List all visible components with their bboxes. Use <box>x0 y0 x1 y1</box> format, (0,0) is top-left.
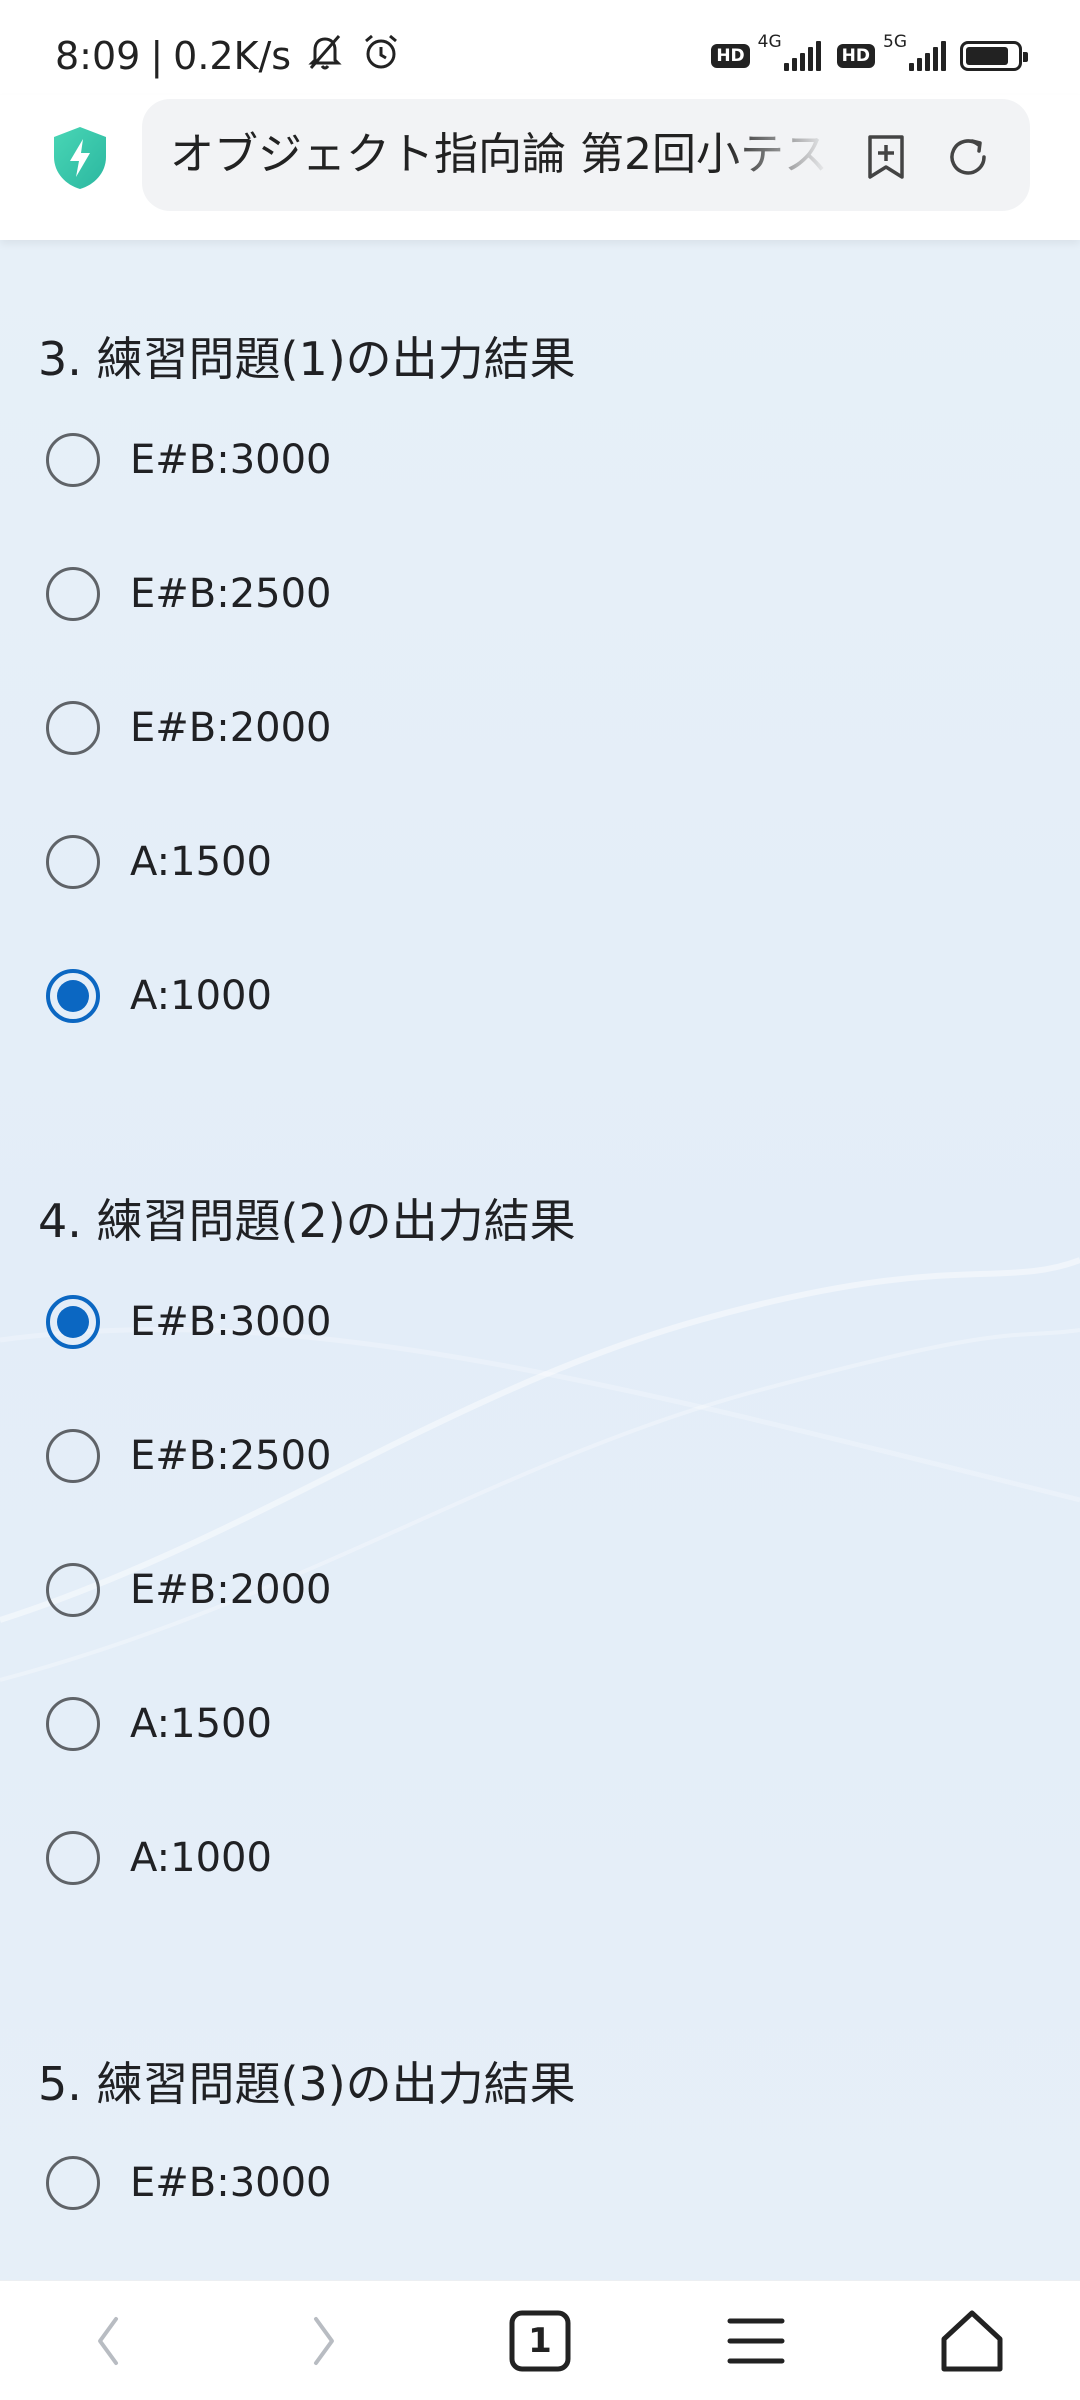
option-radio[interactable]: A:1000 <box>46 966 946 1026</box>
option-label: A:1500 <box>130 1701 272 1747</box>
hd-badge-2: HD <box>836 44 875 68</box>
chevron-left-icon <box>98 2317 118 2365</box>
option-label: E#B:2000 <box>130 1567 332 1613</box>
reload-button[interactable] <box>942 131 994 183</box>
option-label: A:1000 <box>130 1835 272 1881</box>
alarm-icon <box>359 30 403 83</box>
status-separator: | <box>150 34 164 78</box>
option-radio[interactable]: A:1500 <box>46 1694 946 1754</box>
status-right: HD 4G HD 5G <box>711 30 1028 82</box>
radio-button[interactable] <box>46 1563 100 1617</box>
question-title: 4. 練習問題(2)の出力結果 <box>38 1194 576 1248</box>
reload-icon <box>950 139 986 175</box>
quiz-content[interactable]: 3. 練習問題(1)の出力結果 E#B:3000 E#B:2500 E#B:20… <box>0 240 1080 2280</box>
radio-button[interactable] <box>46 433 100 487</box>
option-radio[interactable]: E#B:3000 <box>46 2153 946 2213</box>
radio-button[interactable] <box>46 701 100 755</box>
option-label: E#B:2500 <box>130 1433 332 1479</box>
hamburger-menu-icon <box>727 2318 785 2364</box>
option-radio[interactable]: E#B:3000 <box>46 430 946 490</box>
option-radio[interactable]: E#B:2000 <box>46 1560 946 1620</box>
radio-button[interactable] <box>46 1831 100 1885</box>
back-button[interactable] <box>70 2303 146 2379</box>
option-label: E#B:2000 <box>130 705 332 751</box>
radio-button-selected[interactable] <box>46 1295 100 1349</box>
background-waves <box>0 1257 1080 1682</box>
status-speed: 0.2K/s <box>173 34 292 78</box>
radio-button[interactable] <box>46 1697 100 1751</box>
radio-button[interactable] <box>46 567 100 621</box>
status-time: 8:09 <box>55 34 141 78</box>
option-radio[interactable]: A:1000 <box>46 1828 946 1888</box>
option-radio[interactable]: E#B:2500 <box>46 1426 946 1486</box>
option-label: A:1500 <box>130 839 272 885</box>
menu-button[interactable] <box>718 2303 794 2379</box>
option-label: A:1000 <box>130 973 272 1019</box>
option-radio[interactable]: E#B:3000 <box>46 1292 946 1352</box>
mute-bell-icon <box>303 30 347 83</box>
chevron-right-icon <box>314 2317 334 2365</box>
battery-icon <box>960 41 1028 71</box>
option-radio[interactable]: E#B:2500 <box>46 564 946 624</box>
address-bar[interactable]: オブジェクト指向論 第2回小テスト <box>142 99 1030 211</box>
tabs-button[interactable]: 1 <box>502 2303 578 2379</box>
browser-toolbar: オブジェクト指向論 第2回小テスト <box>0 95 1080 240</box>
home-icon <box>941 2310 1003 2372</box>
radio-button-selected[interactable] <box>46 969 100 1023</box>
hd-badge-1: HD <box>711 44 750 68</box>
add-bookmark-button[interactable] <box>860 131 912 183</box>
radio-button[interactable] <box>46 1429 100 1483</box>
network-label-2: 5G <box>883 32 907 52</box>
option-radio[interactable]: A:1500 <box>46 832 946 892</box>
signal-icon-1 <box>783 41 821 71</box>
question-title: 5. 練習問題(3)の出力結果 <box>38 2057 576 2111</box>
radio-button[interactable] <box>46 2156 100 2210</box>
battery-fill <box>966 47 1008 65</box>
signal-icon-2 <box>909 41 946 71</box>
option-label: E#B:3000 <box>130 437 332 483</box>
option-radio[interactable]: E#B:2000 <box>46 698 946 758</box>
url-title[interactable]: オブジェクト指向論 第2回小テスト <box>170 99 830 211</box>
home-button[interactable] <box>934 2303 1010 2379</box>
shield-icon[interactable] <box>50 125 110 191</box>
option-label: E#B:3000 <box>130 1299 332 1345</box>
bookmark-add-icon <box>868 135 904 179</box>
forward-button[interactable] <box>286 2303 362 2379</box>
status-left: 8:09 | 0.2K/s <box>55 30 403 82</box>
tab-count: 1 <box>528 2321 552 2361</box>
network-label-1: 4G <box>757 32 782 52</box>
browser-bottom-nav: 1 <box>0 2280 1080 2400</box>
option-label: E#B:2500 <box>130 571 332 617</box>
radio-button[interactable] <box>46 835 100 889</box>
option-label: E#B:3000 <box>130 2160 332 2206</box>
status-bar: 8:09 | 0.2K/s HD 4G HD 5G <box>0 0 1080 100</box>
question-title: 3. 練習問題(1)の出力結果 <box>38 332 576 386</box>
